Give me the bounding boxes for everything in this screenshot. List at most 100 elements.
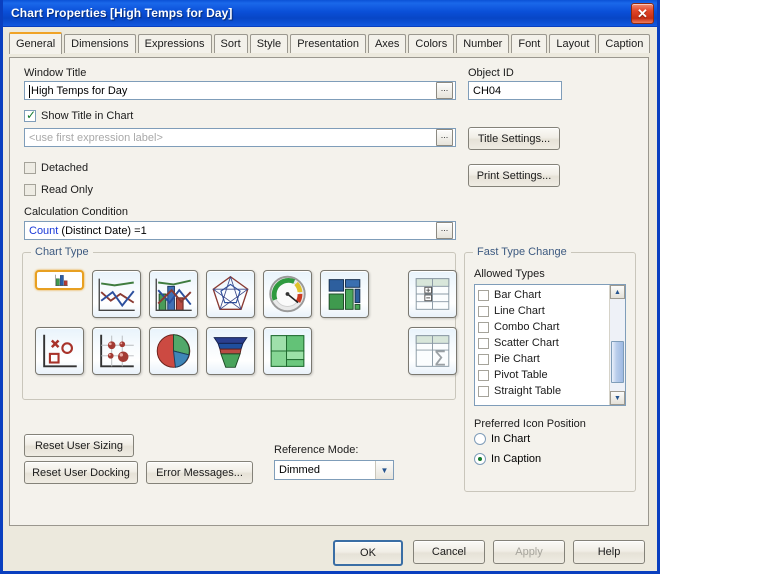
calculation-condition-rest: (Distinct Date) =1	[58, 224, 147, 237]
tab-axes[interactable]: Axes	[367, 34, 407, 53]
apply-button: Apply	[493, 540, 565, 564]
list-item-label: Pie Chart	[494, 353, 540, 365]
object-id-label: Object ID	[468, 67, 514, 79]
radar-chart-icon[interactable]	[206, 270, 255, 318]
icon-position-in-caption-radio[interactable]: In Caption	[474, 453, 541, 465]
reset-user-sizing-button[interactable]: Reset User Sizing	[24, 434, 134, 457]
scrollbar-thumb[interactable]	[611, 341, 624, 383]
reset-user-docking-button[interactable]: Reset User Docking	[24, 461, 138, 484]
list-item-label: Pivot Table	[494, 369, 548, 381]
mekko-chart-icon[interactable]	[263, 327, 312, 375]
gauge-chart-icon[interactable]	[263, 270, 312, 318]
tab-colors[interactable]: Colors	[408, 34, 455, 53]
chevron-down-icon: ▼	[375, 461, 393, 479]
combo-chart-icon[interactable]	[149, 270, 198, 318]
tab-caption[interactable]: Caption	[598, 34, 651, 53]
allowed-types-list[interactable]: Bar Chart Line Chart Combo Chart Scatter…	[474, 284, 626, 406]
grid-chart-icon[interactable]	[92, 327, 141, 375]
read-only-label: Read Only	[41, 184, 93, 196]
show-title-in-chart-checkbox[interactable]: ✓ Show Title in Chart	[24, 108, 134, 122]
check-icon: ✓	[26, 108, 37, 122]
window-title-value: High Temps for Day	[31, 84, 128, 97]
close-icon: ✕	[637, 5, 648, 21]
tab-sort[interactable]: Sort	[213, 34, 248, 53]
tab-dimensions[interactable]: Dimensions	[64, 34, 136, 53]
preferred-icon-position-label: Preferred Icon Position	[474, 418, 586, 430]
radio-label: In Caption	[491, 453, 542, 465]
window-title-label: Window Title	[24, 67, 87, 79]
funnel-chart-icon[interactable]	[206, 327, 255, 375]
window-title-ellipsis-button[interactable]: ...	[436, 82, 453, 99]
list-item[interactable]: Bar Chart	[478, 287, 609, 303]
chart-properties-dialog: Chart Properties [High Temps for Day] ✕ …	[0, 0, 660, 574]
show-title-in-chart-label: Show Title in Chart	[41, 110, 134, 122]
print-settings-button[interactable]: Print Settings...	[468, 164, 560, 187]
pivot-table-icon[interactable]	[408, 270, 457, 318]
tab-style[interactable]: Style	[249, 34, 289, 53]
detached-checkbox[interactable]: Detached	[24, 162, 88, 174]
straight-table-icon[interactable]: Σ	[408, 327, 457, 375]
read-only-checkbox[interactable]: Read Only	[24, 184, 93, 196]
list-item[interactable]: Pie Chart	[478, 351, 609, 367]
chart-title-input[interactable]: <use first expression label> ...	[24, 128, 456, 147]
list-item[interactable]: Combo Chart	[478, 319, 609, 335]
allowed-types-scrollbar[interactable]: ▲ ▼	[609, 285, 625, 405]
pie-chart-icon[interactable]	[149, 327, 198, 375]
calculation-condition-ellipsis-button[interactable]: ...	[436, 222, 453, 239]
allowed-types-items: Bar Chart Line Chart Combo Chart Scatter…	[475, 285, 609, 405]
list-item[interactable]: Line Chart	[478, 303, 609, 319]
calculation-condition-keyword: Count	[29, 224, 59, 237]
close-button[interactable]: ✕	[631, 2, 654, 24]
reference-mode-value: Dimmed	[279, 464, 320, 476]
radio-circle	[474, 433, 486, 445]
chart-type-group-caption: Chart Type	[31, 246, 93, 258]
bar-chart-icon[interactable]	[35, 270, 84, 290]
reference-mode-select[interactable]: Dimmed ▼	[274, 460, 394, 480]
allowed-types-label: Allowed Types	[474, 268, 545, 280]
checkbox-box	[478, 321, 489, 333]
scroll-down-button[interactable]: ▼	[610, 391, 625, 405]
list-item-label: Straight Table	[494, 385, 562, 397]
detached-label: Detached	[41, 162, 89, 174]
error-messages-button[interactable]: Error Messages...	[146, 461, 253, 484]
scrollbar-track[interactable]	[610, 299, 625, 391]
radio-circle	[474, 453, 486, 465]
scroll-up-button[interactable]: ▲	[610, 285, 625, 299]
checkbox-box: ✓	[24, 108, 37, 122]
object-id-input[interactable]: CH04	[468, 81, 562, 100]
tab-expressions[interactable]: Expressions	[137, 34, 212, 53]
tab-number[interactable]: Number	[456, 34, 510, 53]
window-title-input[interactable]: High Temps for Day ...	[24, 81, 456, 100]
checkbox-box	[478, 385, 489, 397]
cancel-button[interactable]: Cancel	[413, 540, 485, 564]
calculation-condition-label: Calculation Condition	[24, 206, 128, 218]
title-settings-button[interactable]: Title Settings...	[468, 127, 560, 150]
line-chart-icon[interactable]	[92, 270, 141, 318]
checkbox-box	[478, 369, 489, 381]
block-chart-icon[interactable]	[320, 270, 369, 318]
checkbox-box	[478, 337, 489, 349]
help-button[interactable]: Help	[573, 540, 645, 564]
svg-text:Σ: Σ	[433, 346, 446, 370]
object-id-value: CH04	[473, 84, 502, 97]
tab-layout[interactable]: Layout	[549, 34, 597, 53]
list-item-label: Scatter Chart	[494, 337, 559, 349]
checkbox-box	[478, 353, 489, 365]
chart-title-ellipsis-button[interactable]: ...	[436, 129, 453, 146]
title-bar: Chart Properties [High Temps for Day] ✕	[3, 0, 657, 27]
list-item-label: Line Chart	[494, 305, 545, 317]
ok-button[interactable]: OK	[333, 540, 403, 566]
tab-general[interactable]: General	[9, 32, 63, 54]
radio-label: In Chart	[491, 433, 531, 445]
calculation-condition-input[interactable]: Count (Distinct Date) =1 ...	[24, 221, 456, 240]
tab-font[interactable]: Font	[511, 34, 548, 53]
list-item[interactable]: Straight Table	[478, 383, 609, 399]
window-title: Chart Properties [High Temps for Day]	[11, 6, 233, 20]
icon-position-in-chart-radio[interactable]: In Chart	[474, 433, 530, 445]
tab-presentation[interactable]: Presentation	[290, 34, 366, 53]
checkbox-box	[24, 184, 36, 196]
list-item[interactable]: Scatter Chart	[478, 335, 609, 351]
checkbox-box	[478, 305, 489, 317]
list-item[interactable]: Pivot Table	[478, 367, 609, 383]
scatter-chart-icon[interactable]	[35, 327, 84, 375]
